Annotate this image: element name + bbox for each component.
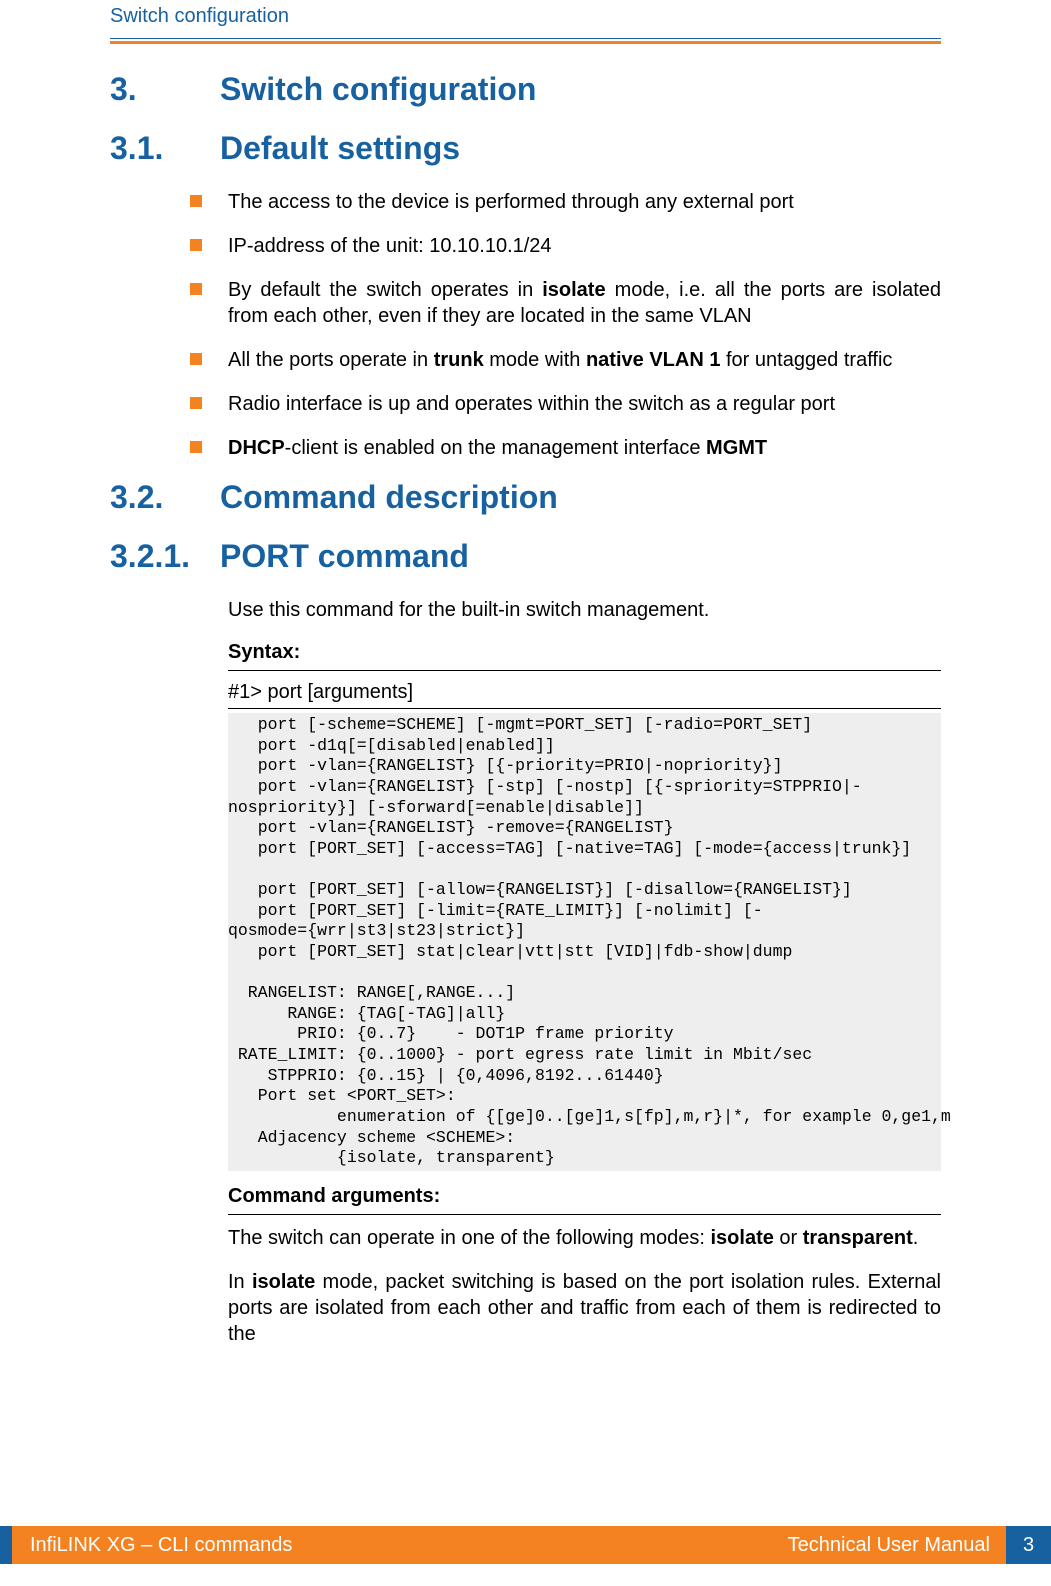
section-3-title: Switch configuration	[220, 71, 536, 107]
section-3-2-1-number: 3.2.1.	[110, 538, 220, 575]
code-block: port [-scheme=SCHEME] [-mgmt=PORT_SET] […	[228, 713, 941, 1171]
section-3-2-title: Command description	[220, 479, 558, 515]
modes-paragraph: The switch can operate in one of the fol…	[228, 1225, 941, 1251]
section-3-2-1-heading: 3.2.1.PORT command	[110, 538, 941, 575]
list-item: DHCP-client is enabled on the management…	[228, 435, 941, 461]
footer-product-name: InfiLINK XG – CLI commands	[30, 1534, 292, 1557]
section-3-1-number: 3.1.	[110, 130, 220, 167]
divider	[228, 670, 941, 671]
syntax-label: Syntax:	[228, 641, 941, 664]
running-header: Switch configuration	[110, 5, 941, 38]
list-item: By default the switch operates in isolat…	[228, 277, 941, 329]
list-item: All the ports operate in trunk mode with…	[228, 347, 941, 373]
footer-manual-title: Technical User Manual	[788, 1534, 990, 1557]
header-rule-orange	[110, 41, 941, 44]
list-item: The access to the device is performed th…	[228, 189, 941, 215]
section-3-2-heading: 3.2.Command description	[110, 479, 941, 516]
list-item: IP-address of the unit: 10.10.10.1/24	[228, 233, 941, 259]
page-footer: InfiLINK XG – CLI commands Technical Use…	[0, 1526, 1051, 1564]
divider	[228, 1214, 941, 1215]
section-3-1-heading: 3.1.Default settings	[110, 130, 941, 167]
section-3-heading: 3.Switch configuration	[110, 71, 941, 108]
section-3-1-title: Default settings	[220, 130, 460, 166]
footer-accent-left	[0, 1526, 12, 1564]
command-arguments-label: Command arguments:	[228, 1185, 941, 1208]
header-rule-thin	[110, 38, 941, 39]
section-3-number: 3.	[110, 71, 220, 108]
isolate-paragraph: In isolate mode, packet switching is bas…	[228, 1269, 941, 1347]
port-command-intro: Use this command for the built-in switch…	[228, 597, 941, 623]
list-item: Radio interface is up and operates withi…	[228, 391, 941, 417]
section-3-2-1-title: PORT command	[220, 538, 469, 574]
default-settings-list: The access to the device is performed th…	[110, 189, 941, 461]
section-3-2-number: 3.2.	[110, 479, 220, 516]
page-number: 3	[1006, 1526, 1051, 1564]
command-prompt: #1> port [arguments]	[228, 681, 941, 709]
